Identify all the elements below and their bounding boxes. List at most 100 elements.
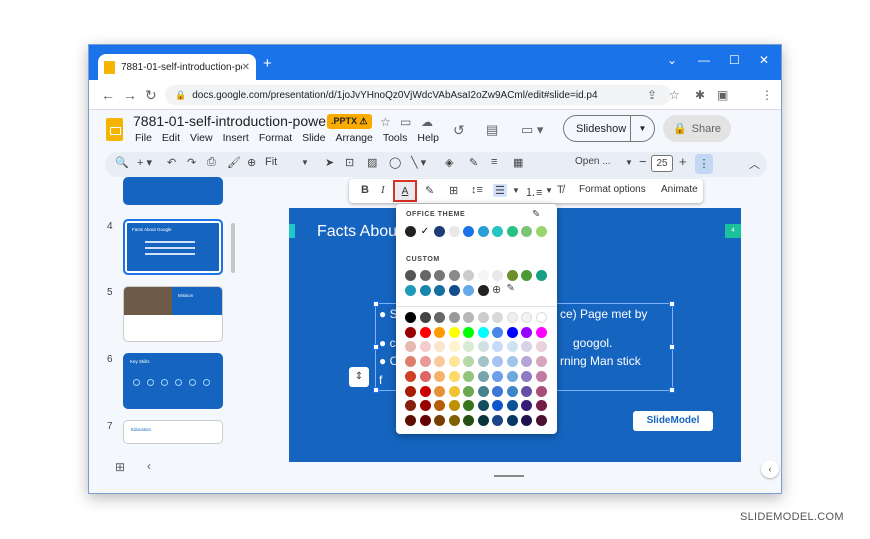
version-history-icon[interactable]: ↺ xyxy=(453,122,465,139)
maximize-icon[interactable]: ☐ xyxy=(729,53,740,67)
add-custom-color-icon[interactable]: ⊕ xyxy=(492,283,501,296)
grid-color-swatch[interactable] xyxy=(434,414,445,426)
custom-color-swatch[interactable] xyxy=(506,270,518,281)
google-slides-logo[interactable] xyxy=(106,118,123,141)
grid-color-swatch[interactable] xyxy=(521,385,532,397)
grid-color-swatch[interactable] xyxy=(506,370,518,382)
grid-color-swatch[interactable] xyxy=(434,400,445,412)
theme-color-swatch[interactable] xyxy=(535,226,547,237)
grid-color-swatch[interactable] xyxy=(463,370,474,382)
grid-color-swatch[interactable] xyxy=(506,326,518,338)
menu-tools[interactable]: Tools xyxy=(383,132,408,144)
custom-color-swatch[interactable] xyxy=(448,270,460,281)
grid-color-swatch[interactable] xyxy=(506,356,518,368)
grid-color-swatch[interactable] xyxy=(492,356,503,368)
grid-color-swatch[interactable] xyxy=(535,356,547,368)
menu-edit[interactable]: Edit xyxy=(162,132,180,144)
decrease-font-icon[interactable]: − xyxy=(639,154,647,169)
theme-color-swatch[interactable] xyxy=(434,226,445,237)
grid-color-swatch[interactable] xyxy=(463,414,474,426)
share-button[interactable]: 🔒 Share xyxy=(663,115,731,142)
speaker-notes-handle[interactable] xyxy=(494,475,524,477)
border-color-icon[interactable]: ✎ xyxy=(469,156,478,169)
line-spacing-icon[interactable]: ↕≡ xyxy=(471,184,483,196)
theme-color-swatch[interactable] xyxy=(463,226,474,237)
menu-view[interactable]: View xyxy=(190,132,213,144)
zoom-dropdown-icon[interactable]: ▼ xyxy=(301,158,309,167)
grid-color-swatch[interactable] xyxy=(448,356,460,368)
grid-color-swatch[interactable] xyxy=(492,385,503,397)
back-icon[interactable]: ← xyxy=(101,87,115,103)
grid-color-swatch[interactable] xyxy=(448,414,460,426)
custom-color-swatch[interactable] xyxy=(463,285,474,296)
grid-color-swatch[interactable] xyxy=(477,385,489,397)
custom-color-swatch[interactable] xyxy=(448,285,460,296)
grid-color-swatch[interactable] xyxy=(492,312,503,323)
grid-color-swatch[interactable] xyxy=(535,341,547,353)
menu-insert[interactable]: Insert xyxy=(223,132,249,144)
grid-color-swatch[interactable] xyxy=(506,385,518,397)
custom-color-swatch[interactable] xyxy=(405,270,416,281)
grid-color-swatch[interactable] xyxy=(434,341,445,353)
slideshow-button[interactable]: Slideshow ▼ xyxy=(563,115,655,142)
fill-color-icon[interactable]: ◈ xyxy=(445,156,453,169)
menu-slide[interactable]: Slide xyxy=(302,132,325,144)
new-slide-icon[interactable]: + ▾ xyxy=(137,156,152,169)
resize-handle[interactable] xyxy=(669,344,675,350)
numbered-list-icon[interactable]: ⒈≡ xyxy=(525,184,542,200)
grid-color-swatch[interactable] xyxy=(405,385,416,397)
grid-color-swatch[interactable] xyxy=(419,326,431,338)
custom-color-swatch[interactable] xyxy=(434,285,445,296)
bold-icon[interactable]: B xyxy=(361,184,369,196)
vertical-align-icon[interactable]: ⇕ xyxy=(349,367,369,387)
menu-file[interactable]: File xyxy=(135,132,152,144)
slide-thumbnail-5[interactable]: Mission xyxy=(123,286,223,342)
italic-icon[interactable]: I xyxy=(381,184,385,196)
grid-color-swatch[interactable] xyxy=(434,312,445,323)
textbox-icon[interactable]: ⊡ xyxy=(345,156,354,169)
grid-color-swatch[interactable] xyxy=(535,414,547,426)
menu-format[interactable]: Format xyxy=(259,132,292,144)
collapse-toolbar-icon[interactable]: ︿ xyxy=(749,156,760,172)
grid-color-swatch[interactable] xyxy=(535,312,547,323)
grid-color-swatch[interactable] xyxy=(535,400,547,412)
custom-color-swatch[interactable] xyxy=(463,270,474,281)
grid-color-swatch[interactable] xyxy=(419,400,431,412)
zoom-select[interactable]: Fit xyxy=(265,156,277,168)
clear-formatting-icon[interactable]: T̸ xyxy=(557,184,564,196)
grid-color-swatch[interactable] xyxy=(477,312,489,323)
grid-color-swatch[interactable] xyxy=(477,400,489,412)
grid-color-swatch[interactable] xyxy=(521,356,532,368)
custom-color-swatch[interactable] xyxy=(419,285,431,296)
filmstrip-scrollbar[interactable] xyxy=(231,223,235,273)
grid-color-swatch[interactable] xyxy=(477,356,489,368)
custom-color-swatch[interactable] xyxy=(521,270,532,281)
grid-color-swatch[interactable] xyxy=(521,341,532,353)
grid-color-swatch[interactable] xyxy=(405,370,416,382)
grid-color-swatch[interactable] xyxy=(492,326,503,338)
url-field[interactable]: 🔒 docs.google.com/presentation/d/1joJvYH… xyxy=(165,85,671,105)
close-window-icon[interactable]: ✕ xyxy=(759,53,769,67)
font-select[interactable]: Open ... xyxy=(575,156,611,167)
side-panel-icon[interactable]: ▣ xyxy=(717,88,728,102)
print-icon[interactable]: ⎙ xyxy=(207,156,216,169)
grid-color-swatch[interactable] xyxy=(448,400,460,412)
animate-button[interactable]: Animate xyxy=(661,184,698,195)
text-color-button[interactable]: A xyxy=(393,180,417,202)
grid-color-swatch[interactable] xyxy=(463,400,474,412)
grid-color-swatch[interactable] xyxy=(492,414,503,426)
grid-color-swatch[interactable] xyxy=(477,370,489,382)
forward-icon[interactable]: → xyxy=(123,87,137,103)
tab-close-icon[interactable]: ✕ xyxy=(242,62,250,73)
grid-color-swatch[interactable] xyxy=(434,326,445,338)
side-panel-chevron-icon[interactable]: ‹ xyxy=(761,460,779,478)
slide-thumbnail-4[interactable]: Facts About Google xyxy=(123,219,223,275)
grid-color-swatch[interactable] xyxy=(434,385,445,397)
image-icon[interactable]: ▨ xyxy=(367,156,377,169)
highlight-color-icon[interactable]: ✎ xyxy=(425,184,434,197)
border-weight-icon[interactable]: ≡ xyxy=(491,156,497,168)
grid-color-swatch[interactable] xyxy=(506,312,518,323)
undo-icon[interactable]: ↶ xyxy=(167,156,176,169)
grid-color-swatch[interactable] xyxy=(492,370,503,382)
grid-color-swatch[interactable] xyxy=(419,356,431,368)
